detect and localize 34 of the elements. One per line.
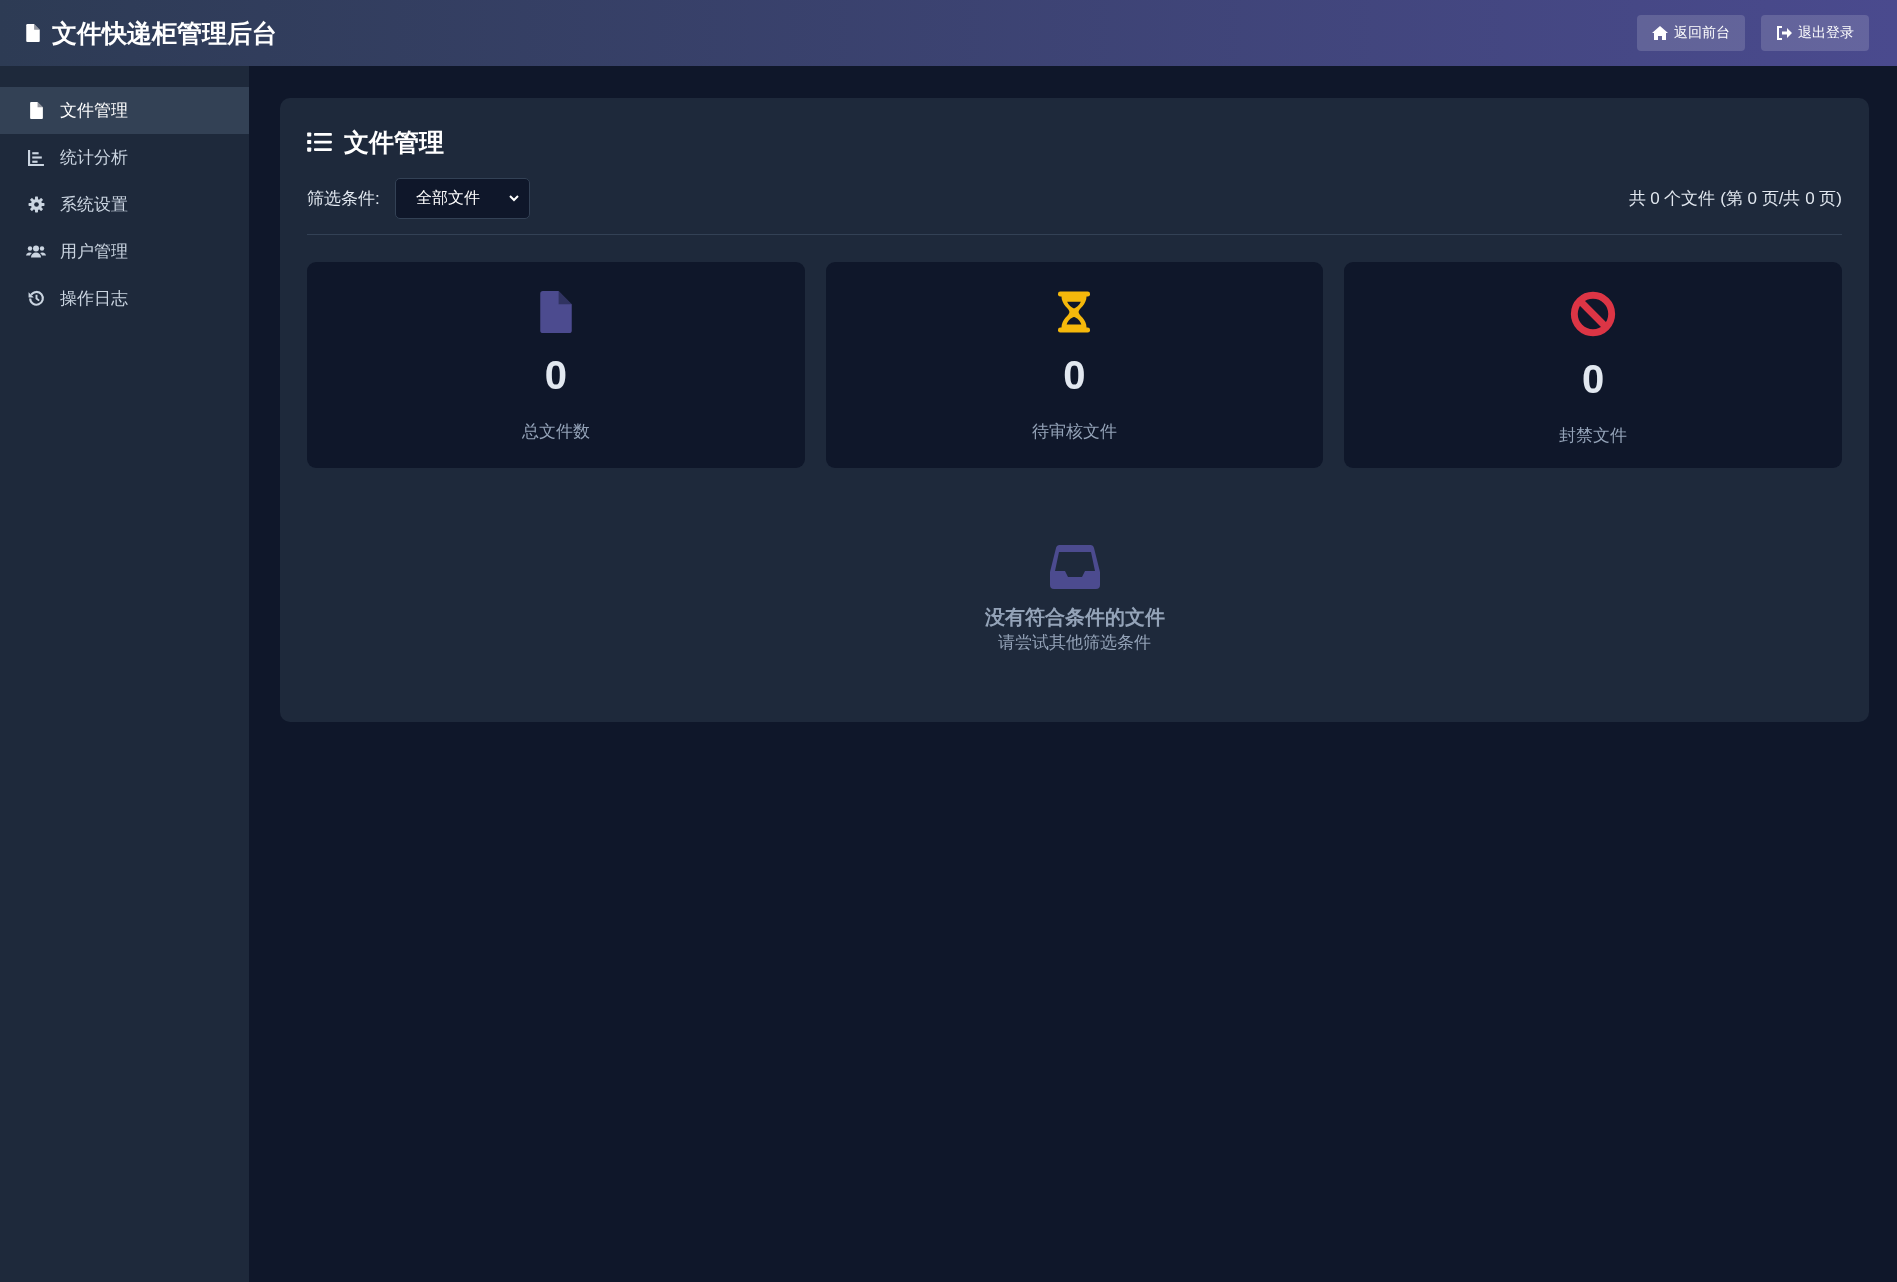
sidebar-item[interactable]: 统计分析 xyxy=(0,134,249,181)
hourglass-icon xyxy=(1058,291,1091,333)
file-icon xyxy=(27,102,45,119)
list-icon xyxy=(307,131,332,153)
stat-label: 待审核文件 xyxy=(1032,421,1117,443)
filter-label: 筛选条件: xyxy=(307,188,380,210)
filter-dropdown[interactable]: 全部文件 xyxy=(394,178,530,219)
sidebar-item[interactable]: 用户管理 xyxy=(0,228,249,275)
empty-title: 没有符合条件的文件 xyxy=(984,605,1165,630)
stat-value: 0 xyxy=(1582,359,1605,399)
empty-hint: 请尝试其他筛选条件 xyxy=(998,632,1151,654)
file-icon xyxy=(539,291,572,333)
logout-button[interactable]: 退出登录 xyxy=(1761,15,1869,51)
panel-title: 文件管理 xyxy=(344,126,444,158)
ban-icon xyxy=(1570,291,1617,337)
home-icon xyxy=(1652,26,1668,40)
sidebar-item[interactable]: 文件管理 xyxy=(0,87,249,134)
chevron-down-icon xyxy=(508,195,519,202)
home-button[interactable]: 返回前台 xyxy=(1637,15,1745,51)
stat-value: 0 xyxy=(1063,355,1086,395)
sidebar-item[interactable]: 系统设置 xyxy=(0,181,249,228)
sidebar-item[interactable]: 操作日志 xyxy=(0,275,249,322)
settings-icon xyxy=(27,196,45,213)
logout-icon xyxy=(1776,26,1792,40)
stat-label: 总文件数 xyxy=(521,421,590,443)
stat-label: 封禁文件 xyxy=(1559,425,1628,447)
history-icon xyxy=(27,290,45,307)
file-icon xyxy=(26,24,40,42)
file-count-summary: 共 0 个文件 (第 0 页/共 0 页) xyxy=(1628,188,1842,210)
users-icon xyxy=(26,243,46,260)
app-title: 文件快递柜管理后台 xyxy=(52,17,277,49)
stat-value: 0 xyxy=(544,355,567,395)
bar-chart-icon xyxy=(27,149,45,166)
inbox-icon xyxy=(1049,545,1100,589)
